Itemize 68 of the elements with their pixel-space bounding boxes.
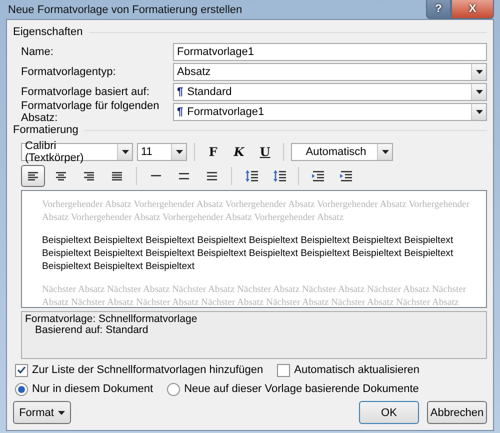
sample-text: Beispieltext Beispieltext Beispieltext Beispieltext Beispieltext Beispieltext Beispieltext Beispieltext [42, 247, 454, 260]
underline-button[interactable]: U [254, 142, 276, 162]
paragraph-spacing-icon [272, 170, 286, 182]
dropdown-button[interactable] [471, 104, 486, 120]
italic-button[interactable]: K [228, 142, 250, 162]
preview-text: Vorhergehender Absatz Vorhergehender Absatz Vorhergehender Absatz Vorhergehender Absatz Vorhergehender [42, 198, 471, 211]
format-button[interactable]: Format [13, 401, 71, 424]
field-label: Formatvorlage basiert auf: [21, 86, 150, 98]
size-select[interactable]: 11 [137, 143, 187, 161]
caret-icon [476, 70, 482, 74]
select-field[interactable]: ¶ Formatvorlage1 [173, 103, 487, 121]
paragraph-mark: ¶ [177, 86, 184, 98]
checkbox-label: Zur Liste der Schnellformatvorlagen hinzufügen [32, 364, 264, 376]
align-justify-icon [111, 171, 123, 181]
dropdown-button[interactable] [471, 84, 486, 100]
caret-icon [58, 410, 65, 414]
input-field[interactable]: Formatvorlage1 [173, 43, 487, 61]
caret-icon [176, 150, 182, 154]
preview-text: Absatz Vorhergehender Absatz Vorhergehender Absatz Vorhergehender Absatz [42, 211, 345, 224]
preview-text: Absatz Nächster Absatz Nächster Absatz Nächster Absatz Nächster Absatz Nächster Absatz Nächster Absatz [42, 296, 460, 307]
color-select[interactable]: Automatisch [291, 143, 393, 161]
cancel-button[interactable]: Abbrechen [427, 401, 487, 424]
checkbox[interactable] [277, 364, 290, 376]
description-text: Basierend auf: Standard [35, 325, 148, 336]
select-field[interactable]: Absatz [173, 63, 487, 81]
dropdown-button[interactable] [377, 144, 392, 160]
checkbox-label: Automatisch aktualisieren [294, 364, 420, 376]
section-heading: Formatierung [13, 124, 78, 136]
caret-icon [122, 150, 128, 154]
section-heading: Eigenschaften [13, 26, 83, 38]
field-label: Formatvorlage für folgenden Absatz: [21, 100, 160, 124]
checkbox[interactable] [15, 364, 28, 376]
radio-button[interactable] [167, 382, 180, 396]
align-button[interactable] [21, 165, 45, 187]
indent-icon [340, 170, 352, 182]
line-spacing-icon [206, 171, 218, 181]
align-right-icon [83, 171, 95, 181]
line-spacing-icon [178, 171, 190, 181]
caret-icon [476, 90, 482, 94]
field-label: Name: [21, 46, 54, 58]
dropdown-button[interactable] [171, 144, 186, 160]
align-left-icon [27, 171, 39, 181]
bold-button[interactable]: F [202, 142, 224, 162]
radio-button[interactable] [15, 382, 28, 396]
paragraph-spacing-icon [244, 170, 258, 182]
check-icon [17, 366, 26, 374]
select-value: Absatz [177, 66, 211, 78]
align-center-icon [55, 171, 67, 181]
radio-label: Nur in diesem Dokument [32, 383, 154, 395]
dropdown-button[interactable] [471, 64, 486, 80]
select-value: Formatvorlage1 [187, 106, 264, 118]
indent-icon [312, 170, 324, 182]
sample-text: Beispieltext Beispieltext Beispieltext Beispieltext Beispieltext Beispieltext Beispieltext Beispieltext [42, 234, 454, 247]
ok-button[interactable]: OK [359, 401, 419, 424]
sample-text: Beispieltext Beispieltext Beispieltext [42, 260, 196, 273]
paragraph-mark: ¶ [177, 106, 184, 118]
caret-icon [476, 110, 482, 114]
field-label: Formatvorlagentyp: [21, 66, 117, 78]
window-title: Neue Formatvorlage von Formatierung erstellen [7, 4, 242, 16]
select-value: Standard [187, 86, 232, 98]
select-field[interactable]: ¶ Standard [173, 83, 487, 101]
description-text: Formatvorlage: Schnellformatvorlage [25, 314, 198, 325]
font-select[interactable]: Calibri (Textkörper) [21, 143, 133, 161]
dropdown-button[interactable] [117, 144, 132, 160]
caret-icon [382, 150, 388, 154]
help-button[interactable]: ? [426, 0, 451, 19]
radio-label: Neue auf dieser Vorlage basierende Dokumente [184, 383, 419, 395]
preview-text: Nächster Absatz Nächster Absatz Nächster Absatz Nächster Absatz Nächster Absatz Nächster Absatz Nächster [42, 283, 468, 296]
